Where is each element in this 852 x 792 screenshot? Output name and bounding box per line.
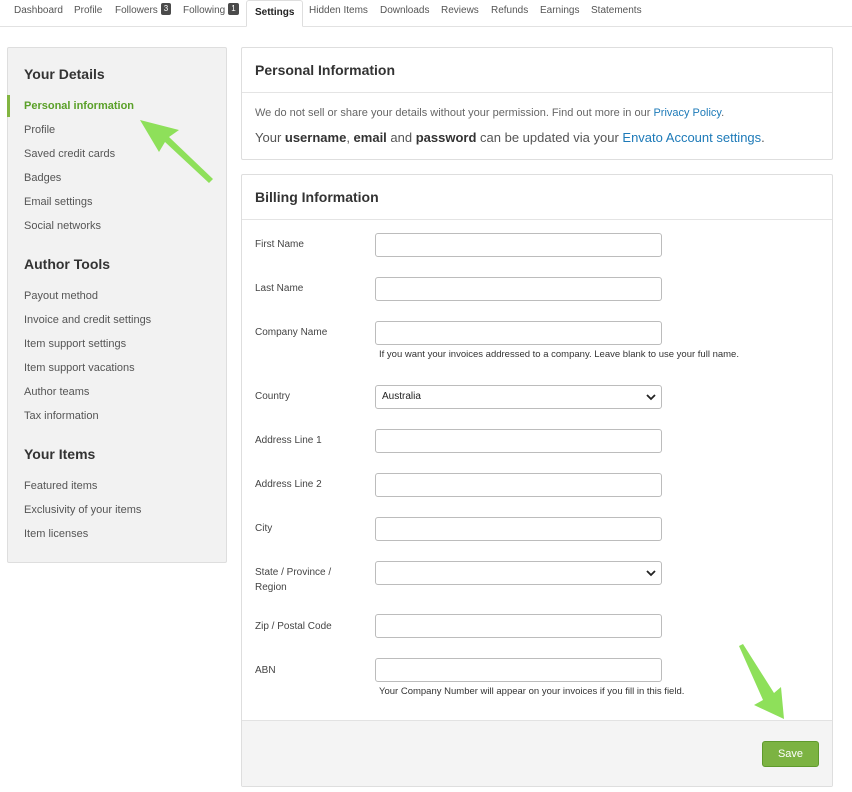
annotation-arrow-icon xyxy=(140,120,213,183)
tab-reviews[interactable]: Reviews xyxy=(441,0,479,26)
state-select[interactable] xyxy=(375,561,662,585)
country-select[interactable]: Australia xyxy=(375,385,662,409)
active-item-indicator xyxy=(7,95,10,117)
form-footer: Save xyxy=(242,720,832,786)
save-button[interactable]: Save xyxy=(762,741,819,767)
sidebar-item-author-teams[interactable]: Author teams xyxy=(24,386,89,398)
zip-code-label: Zip / Postal Code xyxy=(255,621,332,632)
tab-hidden-items[interactable]: Hidden Items xyxy=(309,0,368,26)
country-selected-value: Australia xyxy=(382,391,421,402)
billing-information-title: Billing Information xyxy=(255,189,379,205)
tab-refunds[interactable]: Refunds xyxy=(491,0,528,26)
abn-input[interactable] xyxy=(375,658,662,682)
tab-following[interactable]: Following 1 xyxy=(183,0,239,26)
abn-label: ABN xyxy=(255,665,276,676)
sidebar-heading-your-details: Your Details xyxy=(24,66,105,82)
chevron-down-icon xyxy=(646,394,656,401)
personal-information-panel: Personal Information We do not sell or s… xyxy=(241,47,833,160)
company-name-input[interactable] xyxy=(375,321,662,345)
sidebar-item-badges[interactable]: Badges xyxy=(24,172,61,184)
address-line-1-input[interactable] xyxy=(375,429,662,453)
city-input[interactable] xyxy=(375,517,662,541)
following-count-badge: 1 xyxy=(228,3,239,16)
tab-dashboard[interactable]: Dashboard xyxy=(14,0,63,26)
sidebar-item-personal-information[interactable]: Personal information xyxy=(24,100,134,112)
account-update-notice: Your username, email and password can be… xyxy=(255,130,765,145)
country-label: Country xyxy=(255,391,291,402)
sidebar-item-item-support-vacations[interactable]: Item support vacations xyxy=(24,362,135,374)
sidebar-item-profile[interactable]: Profile xyxy=(24,124,55,136)
sidebar-item-invoice-credit-settings[interactable]: Invoice and credit settings xyxy=(24,314,151,326)
tab-statements[interactable]: Statements xyxy=(591,0,642,26)
company-name-label: Company Name xyxy=(255,327,328,338)
privacy-policy-link[interactable]: Privacy Policy xyxy=(653,107,721,119)
sidebar-item-featured-items[interactable]: Featured items xyxy=(24,480,97,492)
privacy-notice: We do not sell or share your details wit… xyxy=(255,107,725,119)
sidebar-heading-author-tools: Author Tools xyxy=(24,256,111,272)
sidebar-item-item-licenses[interactable]: Item licenses xyxy=(24,528,88,540)
tab-settings[interactable]: Settings xyxy=(246,0,304,27)
tab-followers[interactable]: Followers 3 xyxy=(115,0,172,26)
sidebar-item-exclusivity[interactable]: Exclusivity of your items xyxy=(24,504,141,516)
panel-divider xyxy=(242,92,832,93)
settings-tab-bar: Dashboard Profile Followers 3 Following 1 … xyxy=(0,0,852,27)
address-line-2-label: Address Line 2 xyxy=(255,479,322,490)
sidebar-item-saved-credit-cards[interactable]: Saved credit cards xyxy=(24,148,115,160)
sidebar-item-email-settings[interactable]: Email settings xyxy=(24,196,92,208)
personal-information-title: Personal Information xyxy=(255,62,396,78)
company-name-hint: If you want your invoices addressed to a… xyxy=(379,349,739,360)
state-label: State / Province / Region xyxy=(255,567,332,593)
abn-hint: Your Company Number will appear on your … xyxy=(379,686,685,697)
address-line-2-input[interactable] xyxy=(375,473,662,497)
tab-downloads[interactable]: Downloads xyxy=(380,0,429,26)
sidebar-heading-your-items: Your Items xyxy=(24,446,96,462)
envato-account-settings-link[interactable]: Envato Account settings xyxy=(622,130,761,145)
last-name-input[interactable] xyxy=(375,277,662,301)
sidebar-item-social-networks[interactable]: Social networks xyxy=(24,220,101,232)
chevron-down-icon xyxy=(646,570,656,577)
zip-code-input[interactable] xyxy=(375,614,662,638)
city-label: City xyxy=(255,523,273,534)
followers-count-badge: 3 xyxy=(160,3,172,16)
panel-divider xyxy=(242,219,832,220)
tab-profile[interactable]: Profile xyxy=(74,0,102,26)
first-name-input[interactable] xyxy=(375,233,662,257)
sidebar-item-tax-information[interactable]: Tax information xyxy=(24,410,99,422)
address-line-1-label: Address Line 1 xyxy=(255,435,322,446)
first-name-label: First Name xyxy=(255,239,304,250)
last-name-label: Last Name xyxy=(255,283,304,294)
sidebar-item-payout-method[interactable]: Payout method xyxy=(24,290,98,302)
sidebar-item-item-support-settings[interactable]: Item support settings xyxy=(24,338,126,350)
annotation-arrow-icon xyxy=(739,644,784,719)
tab-earnings[interactable]: Earnings xyxy=(540,0,579,26)
